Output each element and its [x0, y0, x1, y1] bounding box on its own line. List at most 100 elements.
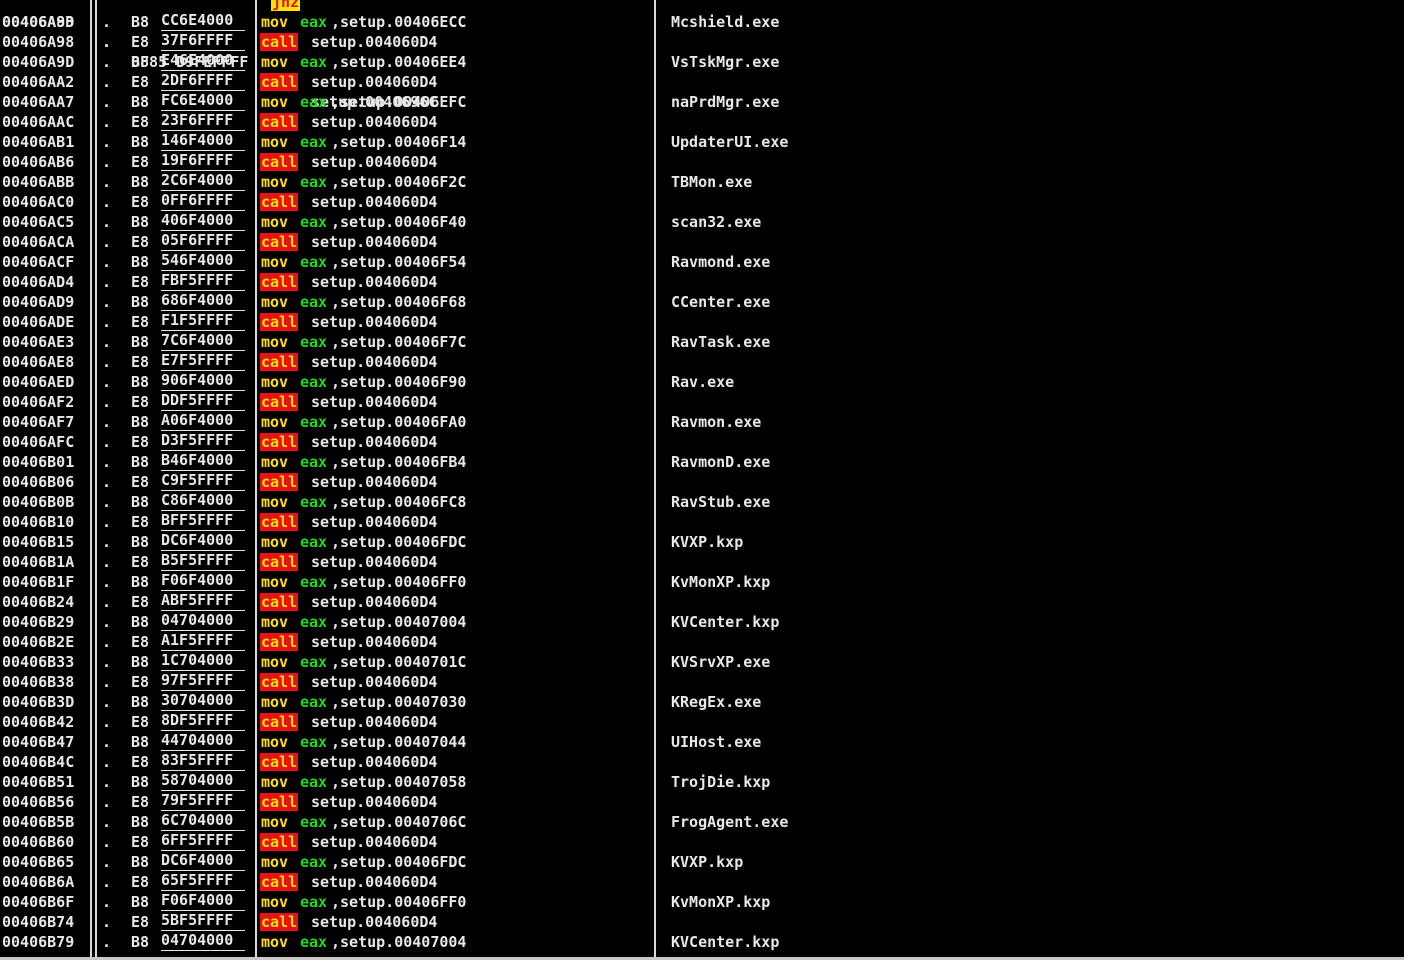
register-name: eax — [300, 493, 328, 511]
instruction-row[interactable]: 00406B74. E8 5BF5FFFF call setup.004060D4 — [0, 912, 1404, 932]
instruction-row[interactable]: 00406B65. B8 DC6F4000 mov eax ,setup.00406FDC… — [0, 852, 1404, 872]
instruction-row[interactable]: 00406B51. B8 58704000 mov eax ,setup.00407058… — [0, 772, 1404, 792]
instruction-row[interactable]: 00406B1F. B8 F06F4000 mov eax ,setup.00406FF0… — [0, 572, 1404, 592]
jump-marker: . — [102, 333, 112, 351]
instruction-row[interactable]: 00406B10. E8 BFF5FFFF call setup.004060D4 — [0, 512, 1404, 532]
instruction-row[interactable]: 00406B6A. E8 65F5FFFF call setup.004060D4 — [0, 872, 1404, 892]
instruction-operand: setup.004060D4 — [311, 193, 438, 211]
instruction-row[interactable]: 00406B60. E8 6FF5FFFF call setup.004060D4 — [0, 832, 1404, 852]
opcode-byte: B8 — [131, 813, 150, 831]
instruction-row[interactable]: 00406AB1. B8 146F4000 mov eax ,setup.00406F14… — [0, 132, 1404, 152]
register-name: eax — [300, 613, 328, 631]
instruction-mnemonic: mov — [261, 93, 289, 111]
instruction-row[interactable]: 00406AB6. E8 19F6FFFF call setup.004060D4 — [0, 152, 1404, 172]
opcode-byte: E8 — [131, 33, 150, 51]
instruction-row[interactable]: 00406B56. E8 79F5FFFF call setup.004060D4 — [0, 792, 1404, 812]
instruction-row[interactable]: 00406B2E. E8 A1F5FFFF call setup.004060D4 — [0, 632, 1404, 652]
jump-marker: . — [102, 413, 112, 431]
opcode-immediate: A06F4000 — [161, 412, 245, 431]
instruction-row[interactable]: 00406AD4. E8 FBF5FFFF call setup.004060D4 — [0, 272, 1404, 292]
instruction-row[interactable]: 00406AE3. B8 7C6F4000 mov eax ,setup.00406F7C… — [0, 332, 1404, 352]
instruction-row[interactable]: 00406ABB. B8 2C6F4000 mov eax ,setup.00406F2C… — [0, 172, 1404, 192]
instruction-mnemonic: call — [260, 513, 299, 531]
opcode-byte: E8 — [131, 153, 150, 171]
instruction-row[interactable]: 00406B3D. B8 30704000 mov eax ,setup.00407030… — [0, 692, 1404, 712]
instruction-row[interactable]: 00406B0B. B8 C86F4000 mov eax ,setup.00406FC8… — [0, 492, 1404, 512]
jump-marker: . — [102, 533, 112, 551]
instruction-row[interactable]: 00406B29. B8 04704000 mov eax ,setup.00407004… — [0, 612, 1404, 632]
string-comment: RavStub.exe — [671, 493, 771, 511]
string-comment: UpdaterUI.exe — [671, 133, 789, 151]
opcode-byte: B8 — [131, 453, 150, 471]
jump-marker: . — [102, 853, 112, 871]
instruction-row[interactable]: 00406B24. E8 ABF5FFFF call setup.004060D4 — [0, 592, 1404, 612]
instruction-row[interactable]: 00406AFC. E8 D3F5FFFF call setup.004060D4 — [0, 432, 1404, 452]
instruction-operand: setup.004060D4 — [311, 673, 438, 691]
opcode-immediate: 406F4000 — [161, 212, 245, 231]
disassembly-pane[interactable]: 00406A8D . 0F85 D9FEFFFF jnz setup.00406… — [0, 0, 1404, 960]
string-comment: FrogAgent.exe — [671, 813, 789, 831]
instruction-row[interactable]: 00406B42. E8 8DF5FFFF call setup.004060D4 — [0, 712, 1404, 732]
opcode-byte: B8 — [131, 893, 150, 911]
register-name: eax — [300, 733, 328, 751]
instruction-row[interactable]: 00406B6F. B8 F06F4000 mov eax ,setup.00406FF0… — [0, 892, 1404, 912]
instruction-row[interactable]: 00406AF7. B8 A06F4000 mov eax ,setup.00406FA0… — [0, 412, 1404, 432]
opcode-immediate: 1C704000 — [161, 652, 245, 671]
instruction-row[interactable]: 00406B1A. E8 B5F5FFFF call setup.004060D4 — [0, 552, 1404, 572]
instruction-row[interactable]: 00406A9D. B8 E46E4000 mov eax ,setup.00406EE4… — [0, 52, 1404, 72]
instruction-row[interactable]: 00406B06. E8 C9F5FFFF call setup.004060D4 — [0, 472, 1404, 492]
instruction-row[interactable]: 00406AA7. B8 FC6E4000 mov eax ,setup.00406EFC… — [0, 92, 1404, 112]
register-name: eax — [300, 853, 328, 871]
instruction-row[interactable]: 00406AAC. E8 23F6FFFF call setup.004060D4 — [0, 112, 1404, 132]
instruction-row[interactable]: 00406B01. B8 B46F4000 mov eax ,setup.00406FB4… — [0, 452, 1404, 472]
instruction-row[interactable]: 00406B15. B8 DC6F4000 mov eax ,setup.00406FDC… — [0, 532, 1404, 552]
opcode-byte: B8 — [131, 373, 150, 391]
instruction-row[interactable]: 00406ADE. E8 F1F5FFFF call setup.004060D4 — [0, 312, 1404, 332]
instruction-row[interactable]: 00406AED. B8 906F4000 mov eax ,setup.00406F90… — [0, 372, 1404, 392]
instruction-address: 00406B60 — [2, 833, 75, 851]
instruction-row[interactable]: 00406B33. B8 1C704000 mov eax ,setup.0040701C… — [0, 652, 1404, 672]
instruction-mnemonic: call — [260, 73, 299, 91]
instruction-address: 00406B1A — [2, 553, 75, 571]
instruction-operand: setup.004060D4 — [311, 753, 438, 771]
instruction-row[interactable]: 00406ACA. E8 05F6FFFF call setup.004060D4 — [0, 232, 1404, 252]
register-name: eax — [300, 133, 328, 151]
register-name: eax — [300, 53, 328, 71]
string-comment: scan32.exe — [671, 213, 762, 231]
instruction-row[interactable]: 00406B79. B8 04704000 mov eax ,setup.00407004… — [0, 932, 1404, 952]
instruction-row[interactable]: 00406AA2. E8 2DF6FFFF call setup.004060D4 — [0, 72, 1404, 92]
instruction-mnemonic: call — [260, 673, 299, 691]
opcode-immediate: 0FF6FFFF — [161, 192, 245, 211]
instruction-row[interactable]: 00406AC0. E8 0FF6FFFF call setup.004060D4 — [0, 192, 1404, 212]
opcode-byte: B8 — [131, 733, 150, 751]
instruction-mnemonic: mov — [261, 333, 289, 351]
opcode-byte: B8 — [131, 53, 150, 71]
instruction-address: 00406B29 — [2, 613, 75, 631]
string-comment: Mcshield.exe — [671, 13, 780, 31]
instruction-row[interactable]: 00406A98. E8 37F6FFFF call setup.004060D4 — [0, 32, 1404, 52]
instruction-row[interactable]: 00406AF2. E8 DDF5FFFF call setup.004060D4 — [0, 392, 1404, 412]
instruction-row[interactable]: 00406AC5. B8 406F4000 mov eax ,setup.00406F40… — [0, 212, 1404, 232]
instruction-row[interactable]: 00406B4C. E8 83F5FFFF call setup.004060D4 — [0, 752, 1404, 772]
instruction-operand: ,setup.00406F90 — [331, 373, 467, 391]
opcode-immediate: 2DF6FFFF — [161, 72, 245, 91]
opcode-immediate: 906F4000 — [161, 372, 245, 391]
instruction-row[interactable]: 00406B38. E8 97F5FFFF call setup.004060D4 — [0, 672, 1404, 692]
instruction-row[interactable]: 00406AE8. E8 E7F5FFFF call setup.004060D4 — [0, 352, 1404, 372]
opcode-byte: B8 — [131, 293, 150, 311]
instruction-mnemonic: mov — [261, 453, 289, 471]
instruction-row[interactable]: 00406A93. B8 CC6E4000 mov eax ,setup.00406ECC… — [0, 12, 1404, 32]
instruction-row[interactable]: 00406ACF. B8 546F4000 mov eax ,setup.00406F54… — [0, 252, 1404, 272]
instruction-address: 00406B51 — [2, 773, 75, 791]
instruction-operand: ,setup.00406FDC — [331, 533, 467, 551]
instruction-mnemonic: call — [260, 233, 299, 251]
instruction-address: 00406AF7 — [2, 413, 75, 431]
instruction-row[interactable]: 00406AD9. B8 686F4000 mov eax ,setup.00406F68… — [0, 292, 1404, 312]
instruction-mnemonic: call — [260, 833, 299, 851]
string-comment: TBMon.exe — [671, 173, 753, 191]
instruction-row[interactable]: 00406B47. B8 44704000 mov eax ,setup.00407044… — [0, 732, 1404, 752]
opcode-immediate: BFF5FFFF — [161, 512, 245, 531]
opcode-byte: E8 — [131, 193, 150, 211]
string-comment: KVXP.kxp — [671, 533, 744, 551]
instruction-row[interactable]: 00406B5B. B8 6C704000 mov eax ,setup.0040706C… — [0, 812, 1404, 832]
